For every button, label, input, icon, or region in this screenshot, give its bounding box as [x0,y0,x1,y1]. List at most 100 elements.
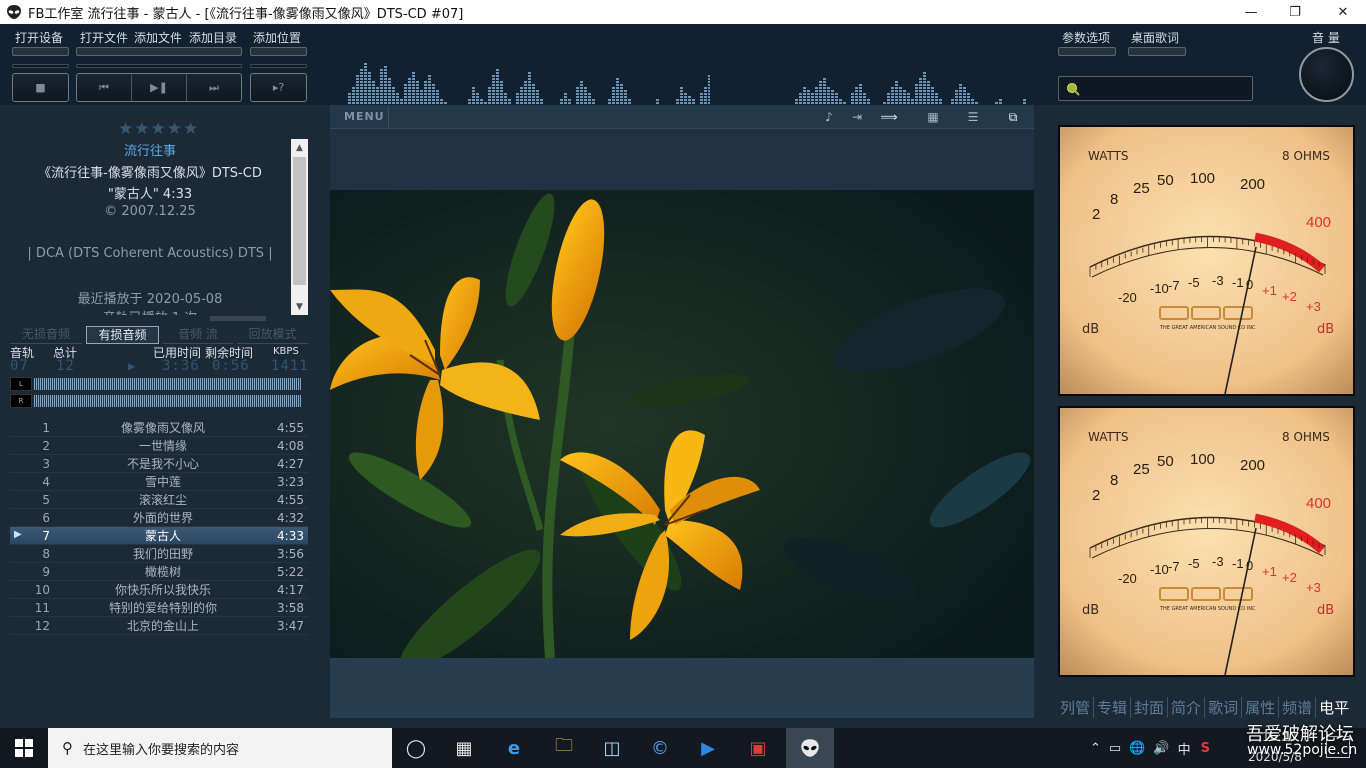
playlist-row[interactable]: 4 雪中莲 3:23 [10,473,308,491]
alien-app-icon [6,4,22,20]
stop-button[interactable]: ■ [12,73,69,102]
media-player-icon[interactable]: ▶ [684,728,732,768]
svg-text:-7: -7 [1168,278,1180,293]
track-title: 我们的田野 [132,547,193,561]
options-button[interactable]: 参数选项 [1062,29,1110,46]
tab-intro[interactable]: 简介 [1171,697,1206,718]
playlist-row[interactable]: 5 滚滚红尘 4:55 [10,491,308,509]
playlist-row[interactable]: 9 橄榄树 5:22 [10,563,308,581]
elapsed-value: 3:36 [162,358,200,374]
playlist-row[interactable]: 11 特别的爱给特别的你 3:58 [10,599,308,617]
battery-icon[interactable]: ▭ [1109,741,1121,756]
volume-knob[interactable] [1299,47,1354,102]
svg-text:2: 2 [1092,487,1100,504]
playlist-row[interactable]: 10 你快乐所以我快乐 4:17 [10,581,308,599]
tab-lossy[interactable]: 有损音频 [86,326,159,344]
add-folder-button[interactable]: 添加目录 [189,29,237,46]
window-mode-icon[interactable]: ⧉ [1002,108,1024,126]
close-button[interactable]: ✕ [1320,0,1366,24]
add-file-button[interactable]: 添加文件 [134,29,182,46]
album-name[interactable]: 《流行往事-像雾像雨又像风》DTS-CD [10,162,290,181]
artist-name[interactable]: 流行往事 [10,140,290,159]
track-title: 蒙古人 [144,529,181,543]
track-duration: 5:22 [277,564,304,579]
tab-lyrics[interactable]: 歌词 [1208,697,1243,718]
desktop-lyrics-bar[interactable] [1128,47,1186,56]
open-device-button[interactable]: 打开设备 [15,29,63,46]
tab-properties[interactable]: 属性 [1245,697,1280,718]
alien-player-taskbar-icon[interactable] [786,728,834,768]
file-buttons-bar[interactable] [76,47,242,56]
svg-text:-7: -7 [1168,559,1180,574]
play-pause-button[interactable]: ▶❚ [132,74,187,101]
track-duration: 3:58 [277,600,304,615]
playlist-row[interactable]: 1 像雾像雨又像风 4:55 [10,419,308,437]
previous-button[interactable]: ⏮ [77,74,132,101]
svg-text:+2: +2 [1282,289,1297,304]
scroll-down-icon[interactable]: ▼ [291,298,308,315]
app-tile-icon[interactable]: ◫ [588,728,636,768]
tab-level[interactable]: 电平 [1319,697,1352,718]
windows-start-icon[interactable] [0,728,48,768]
help-button[interactable]: ▸? [250,73,307,102]
taskbar-search-placeholder: 在这里输入你要搜索的内容 [83,742,240,758]
tab-album[interactable]: 专辑 [1097,697,1132,718]
playlist-row[interactable]: ▶ 7 蒙古人 4:33 [10,527,308,545]
taskbar-search-box[interactable]: ⚲ 在这里输入你要搜索的内容 [48,728,392,768]
search-input[interactable] [1058,76,1253,101]
total-value: 12 [56,358,75,374]
copyright-app-icon[interactable]: © [636,728,684,768]
volume-icon[interactable]: 🔊 [1153,741,1169,756]
tab-spectrum[interactable]: 频谱 [1282,697,1317,718]
tab-stream[interactable]: 音频 流 [163,326,233,344]
svg-text:200: 200 [1240,176,1265,193]
tab-lossless[interactable]: 无损音频 [10,326,82,344]
playlist-row[interactable]: 6 外面的世界 4:32 [10,509,308,527]
svg-text:+2: +2 [1282,570,1297,585]
maximize-button[interactable]: ❐ [1272,0,1318,24]
left-level-meter: L [10,377,301,391]
music-note-icon[interactable]: ♪ [818,108,840,126]
edge-browser-icon[interactable]: e [490,728,538,768]
minimize-button[interactable]: — [1228,0,1274,24]
open-file-button[interactable]: 打开文件 [80,29,128,46]
desktop-lyrics-button[interactable]: 桌面歌词 [1131,29,1179,46]
sogou-icon[interactable]: S [1201,741,1210,756]
mini-progress[interactable] [210,316,266,321]
playlist-row[interactable]: 8 我们的田野 3:56 [10,545,308,563]
playlist-row[interactable]: 12 北京的金山上 3:47 [10,617,308,635]
export-icon[interactable]: ⇥ [846,108,868,126]
info-scrollbar[interactable]: ▲ ▼ [291,139,308,315]
ime-indicator[interactable]: 中 [1178,739,1191,758]
tab-cover[interactable]: 封面 [1134,697,1169,718]
cortana-icon[interactable]: ◯ [392,728,440,768]
network-icon[interactable]: 🌐 [1129,741,1145,756]
transport-group: ⏮ ▶❚ ⏭ [76,73,242,102]
file-explorer-icon[interactable]: 🗀 [540,728,588,768]
sequential-mode-icon[interactable]: ⟹ [878,108,900,126]
list-view-icon[interactable]: ☰ [962,108,984,126]
scroll-thumb[interactable] [293,157,306,285]
kbps-label: KBPS [273,346,299,357]
task-view-icon[interactable]: ▦ [440,728,488,768]
svg-text:-1: -1 [1232,556,1244,571]
add-location-bar[interactable] [250,47,307,56]
chevron-up-icon[interactable]: ⌃ [1090,741,1101,756]
scroll-up-icon[interactable]: ▲ [291,139,308,156]
add-location-button[interactable]: 添加位置 [253,29,301,46]
grid-view-icon[interactable]: ▦ [922,108,944,126]
open-device-bar[interactable] [12,47,69,56]
options-bar[interactable] [1058,47,1116,56]
tab-playlist[interactable]: 列管 [1060,697,1095,718]
red-app-icon[interactable]: ▣ [734,728,782,768]
playlist-row[interactable]: 3 不是我不小心 4:27 [10,455,308,473]
track-title: 一世情缘 [138,439,187,453]
play-count: 音轨已播放 1 次 [10,307,290,315]
track-number: 3 [42,456,50,471]
playlist-row[interactable]: 2 一世情缘 4:08 [10,437,308,455]
tab-playback-mode[interactable]: 回放模式 [237,326,308,344]
menu-button[interactable]: MENU [344,110,385,123]
track-duration: 4:08 [277,438,304,453]
stop-icon: ■ [35,81,46,94]
next-button[interactable]: ⏭ [187,74,241,101]
